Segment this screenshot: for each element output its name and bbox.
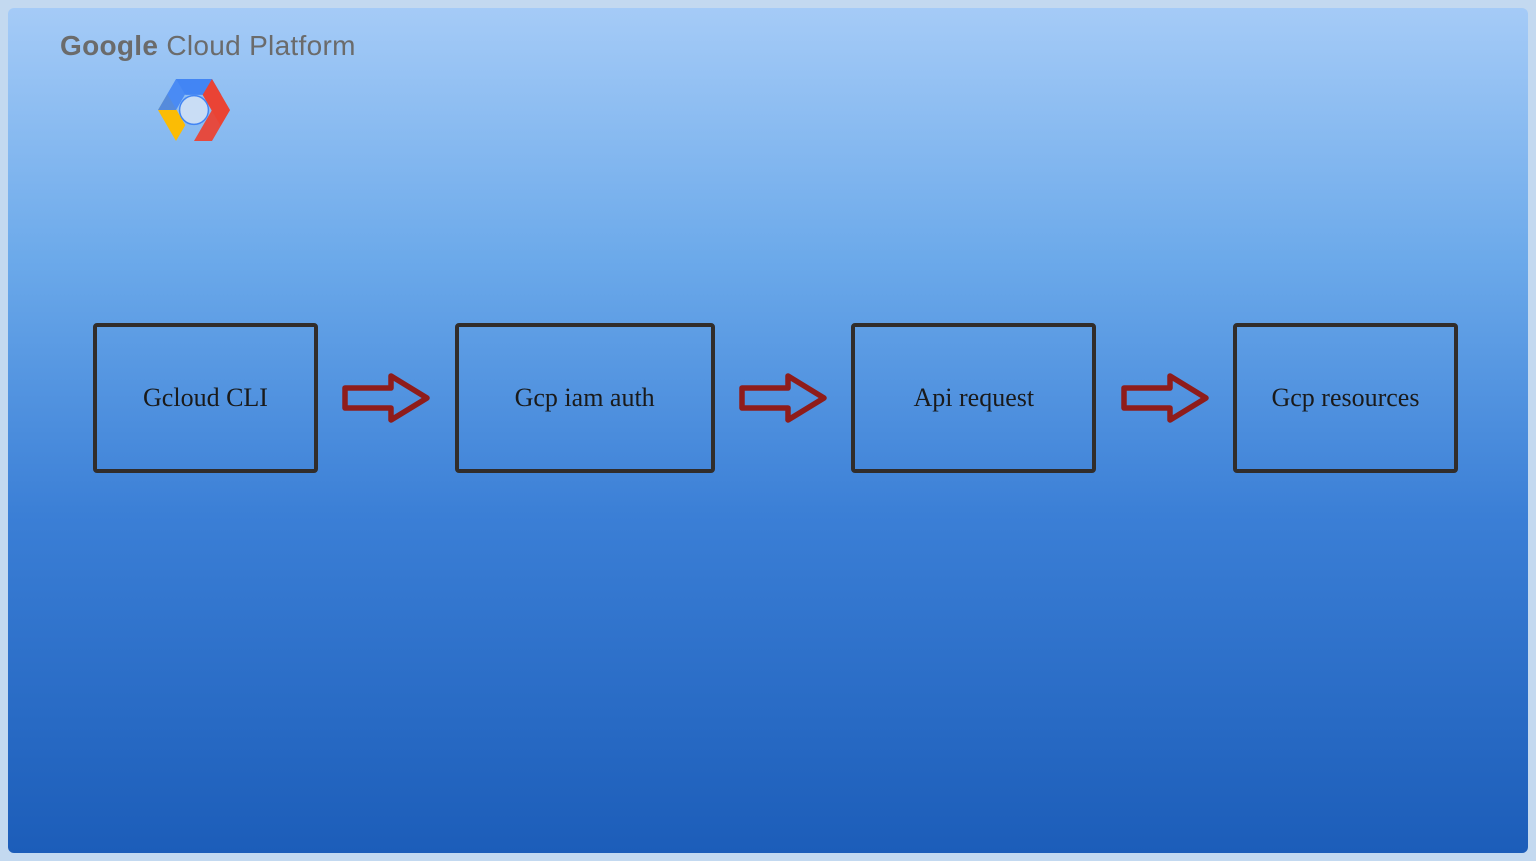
arrow-icon xyxy=(1120,370,1210,426)
node-gcp-iam-auth: Gcp iam auth xyxy=(455,323,715,473)
arrow-icon xyxy=(341,370,431,426)
node-gcp-resources: Gcp resources xyxy=(1233,323,1458,473)
title-rest: Cloud Platform xyxy=(158,30,355,61)
arrow-icon xyxy=(738,370,828,426)
node-label: Api request xyxy=(914,383,1035,413)
flow-row: Gcloud CLI Gcp iam auth Api request Gcp … xyxy=(93,323,1458,473)
node-label: Gcp iam auth xyxy=(515,383,655,413)
slide-canvas: Google Cloud Platform Gcloud CLI Gcp iam… xyxy=(8,8,1528,853)
node-label: Gcp resources xyxy=(1271,383,1419,413)
slide-title: Google Cloud Platform xyxy=(60,30,356,62)
title-bold: Google xyxy=(60,30,158,61)
node-gcloud-cli: Gcloud CLI xyxy=(93,323,318,473)
gcp-hexagon-icon xyxy=(158,78,230,142)
node-label: Gcloud CLI xyxy=(143,383,268,413)
node-api-request: Api request xyxy=(851,323,1096,473)
